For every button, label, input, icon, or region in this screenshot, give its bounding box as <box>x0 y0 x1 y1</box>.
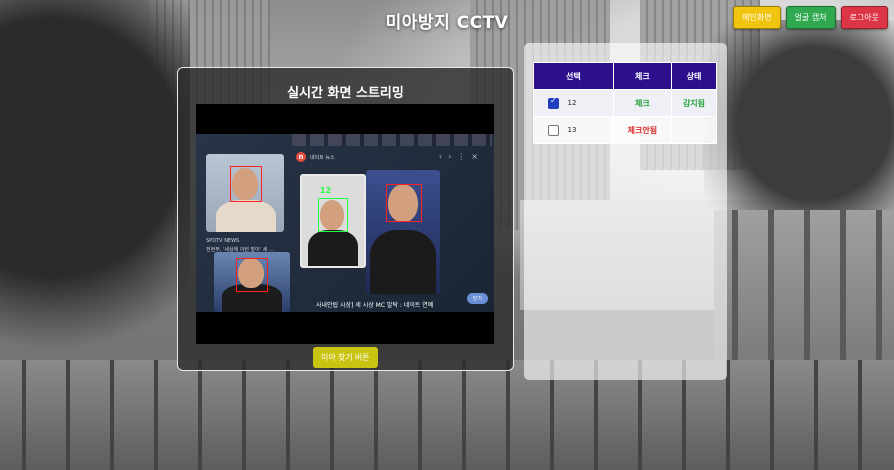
face-match-box <box>318 198 348 232</box>
face-capture-button[interactable]: 얼굴 캡처 <box>785 6 836 29</box>
status-cell: 감지됨 <box>670 89 718 117</box>
background-tree <box>0 0 190 400</box>
logout-button[interactable]: 로그아웃 <box>840 6 888 29</box>
caption-source: SPOTV NEWS <box>206 238 240 244</box>
browser-tabs-strip <box>292 134 492 146</box>
detection-table: 선택 체크 상태 12 체크 감지됨 13 체크안됨 <box>533 62 718 144</box>
face-detection-box <box>236 258 268 292</box>
streaming-panel: 실시간 화면 스트리밍 n 네이트 뉴스 ‹›⋮× SPOTV NEWS 전현무… <box>177 67 514 371</box>
check-cell: 체크 <box>612 89 672 117</box>
table-row: 12 체크 감지됨 <box>533 89 718 117</box>
row-id: 12 <box>567 99 577 107</box>
check-cell: 체크안됨 <box>612 116 672 144</box>
streaming-title: 실시간 화면 스트리밍 <box>287 86 404 101</box>
person-thumbnail <box>206 154 284 232</box>
select-cell: 13 <box>533 116 614 144</box>
top-navigation: 메인화면 얼굴 캡처 로그아웃 <box>733 6 888 29</box>
captured-phone-screen: n 네이트 뉴스 ‹›⋮× SPOTV NEWS 전현무, '세상에 이런 말이… <box>196 134 494 312</box>
main-screen-button[interactable]: 메인화면 <box>733 6 781 29</box>
person-thumbnail <box>366 170 440 294</box>
row-id: 13 <box>567 126 577 134</box>
row-checkbox[interactable] <box>548 96 559 109</box>
caption-bottom: 사내안됩 시상] 세 시상 MC 발탁 : 네이트 연예 <box>316 302 434 309</box>
select-cell: 12 <box>533 89 614 117</box>
background-balustrade <box>0 360 894 470</box>
detected-person-thumbnail: 12 <box>300 174 366 268</box>
news-logo-icon: n <box>296 152 306 162</box>
column-header-select: 선택 <box>533 62 614 90</box>
news-source: 네이트 뉴스 <box>310 154 335 161</box>
face-match-id: 12 <box>320 186 332 195</box>
news-header: n 네이트 뉴스 <box>296 152 335 162</box>
detection-table-panel: 선택 체크 상태 12 체크 감지됨 13 체크안됨 <box>524 43 727 380</box>
row-checkbox[interactable] <box>548 124 559 136</box>
column-header-status: 상태 <box>670 62 718 90</box>
face-detection-box <box>386 184 422 222</box>
table-row: 13 체크안됨 <box>533 116 718 144</box>
close-pill-button: 닫기 <box>466 293 488 304</box>
status-cell <box>670 116 718 144</box>
find-missing-child-button[interactable]: 미아 찾기 버튼 <box>313 347 378 368</box>
person-thumbnail <box>214 252 290 312</box>
video-stream: n 네이트 뉴스 ‹›⋮× SPOTV NEWS 전현무, '세상에 이런 말이… <box>196 104 494 344</box>
table-header-row: 선택 체크 상태 <box>533 62 718 90</box>
column-header-check: 체크 <box>612 62 672 90</box>
browser-nav-icons: ‹›⋮× <box>438 152 484 161</box>
face-detection-box <box>230 166 262 202</box>
